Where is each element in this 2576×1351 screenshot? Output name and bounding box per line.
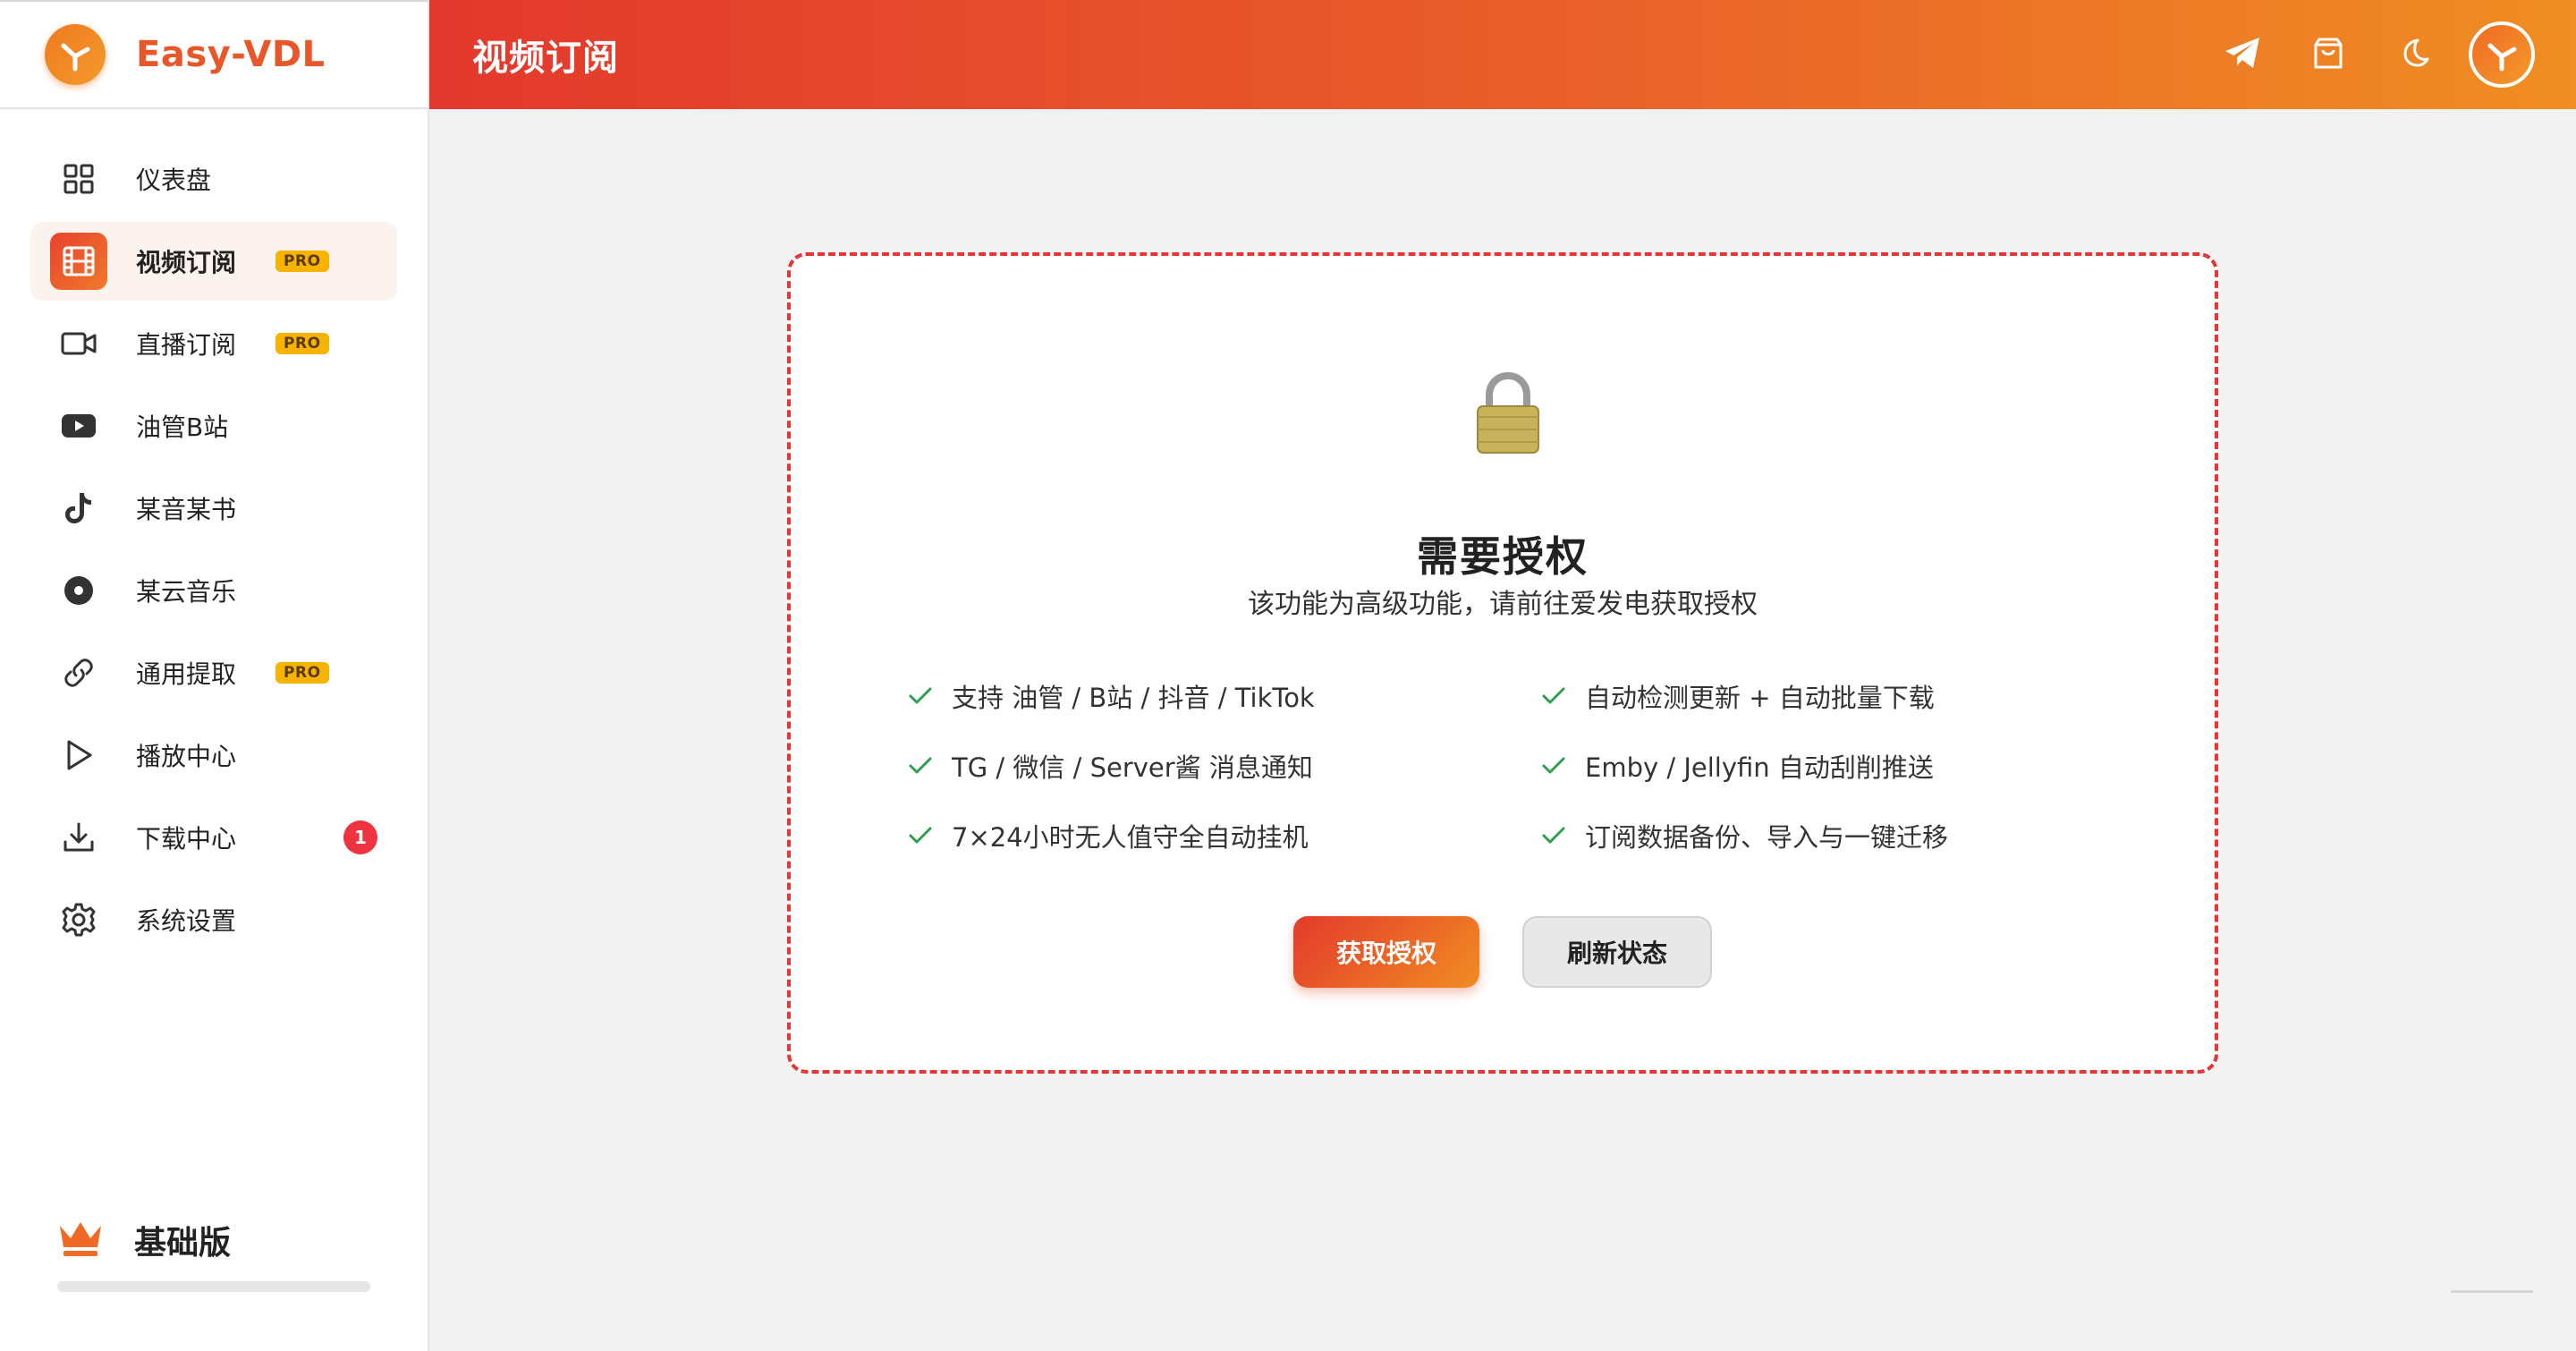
app-name: Easy-VDL bbox=[136, 34, 326, 75]
sidebar-item-label: 通用提取 bbox=[136, 659, 237, 689]
sidebar-item-label: 视频订阅 bbox=[136, 248, 237, 277]
sidebar-item-label: 播放中心 bbox=[136, 742, 237, 771]
get-license-button[interactable]: 获取授权 bbox=[1293, 916, 1479, 988]
brand[interactable]: Easy-VDL bbox=[0, 0, 428, 109]
gear-icon bbox=[59, 900, 98, 939]
check-icon bbox=[1540, 683, 1567, 709]
shop-button[interactable] bbox=[2297, 20, 2360, 89]
top-header: 视频订阅 bbox=[429, 0, 2576, 109]
youtube-icon bbox=[59, 406, 98, 446]
link-icon bbox=[59, 653, 98, 692]
sidebar-item-label: 油管B站 bbox=[136, 412, 229, 442]
feature-item: TG / 微信 / Server酱 消息通知 bbox=[907, 748, 1540, 784]
sidebar-item-play-center[interactable]: 播放中心 bbox=[30, 716, 397, 794]
divider bbox=[2451, 1290, 2533, 1293]
feature-text: TG / 微信 / Server酱 消息通知 bbox=[952, 752, 1313, 783]
feature-text: 7×24小时无人值守全自动挂机 bbox=[952, 822, 1309, 853]
plan-indicator: 基础版 bbox=[57, 1217, 231, 1263]
sidebar-item-label: 某音某书 bbox=[136, 495, 237, 524]
sidebar-item-download-center[interactable]: 下载中心 1 bbox=[30, 798, 397, 877]
tiktok-icon bbox=[59, 489, 98, 528]
plan-label: 基础版 bbox=[134, 1225, 232, 1262]
download-icon bbox=[59, 818, 98, 857]
sidebar-item-live-subscription[interactable]: 直播订阅 PRO bbox=[30, 304, 397, 383]
pro-badge: PRO bbox=[275, 251, 329, 272]
lock-icon bbox=[1474, 370, 1542, 456]
feature-item: 订阅数据备份、导入与一键迁移 bbox=[1540, 818, 2159, 854]
feature-item: 自动检测更新 + 自动批量下载 bbox=[1540, 678, 2159, 714]
video-camera-icon bbox=[59, 324, 98, 363]
theme-toggle-button[interactable] bbox=[2383, 20, 2445, 89]
sidebar-item-tiktok[interactable]: 某音某书 bbox=[30, 469, 397, 548]
check-icon bbox=[907, 822, 934, 849]
play-icon bbox=[59, 735, 98, 775]
sidebar-item-label: 系统设置 bbox=[136, 906, 237, 936]
dashboard-grid-icon bbox=[59, 159, 98, 199]
sidebar-item-label: 某云音乐 bbox=[136, 577, 237, 607]
app-logo-icon bbox=[45, 24, 106, 85]
pro-badge: PRO bbox=[275, 333, 329, 354]
moon-icon bbox=[2398, 37, 2430, 72]
sidebar-item-label: 直播订阅 bbox=[136, 330, 237, 360]
crown-icon bbox=[57, 1219, 104, 1262]
pro-badge: PRO bbox=[275, 662, 329, 684]
check-icon bbox=[1540, 752, 1567, 779]
sidebar-item-video-subscription[interactable]: 视频订阅 PRO bbox=[30, 222, 397, 301]
card-subtitle: 该功能为高级功能，请前往爱发电获取授权 bbox=[1248, 589, 1758, 620]
feature-text: 支持 油管 / B站 / 抖音 / TikTok bbox=[952, 683, 1315, 713]
sidebar-item-dashboard[interactable]: 仪表盘 bbox=[30, 140, 397, 218]
plan-usage-bar bbox=[57, 1281, 370, 1292]
check-icon bbox=[907, 683, 934, 709]
card-title: 需要授权 bbox=[1417, 532, 1589, 581]
telegram-icon bbox=[2224, 36, 2261, 73]
check-icon bbox=[1540, 822, 1567, 849]
avatar[interactable] bbox=[2469, 21, 2535, 88]
page-title: 视频订阅 bbox=[472, 38, 619, 79]
sidebar-item-universal-extract[interactable]: 通用提取 PRO bbox=[30, 633, 397, 712]
sidebar-item-label: 仪表盘 bbox=[136, 166, 212, 195]
film-icon bbox=[50, 233, 107, 290]
telegram-button[interactable] bbox=[2211, 20, 2274, 89]
sidebar: Easy-VDL 仪表盘 视频订阅 PRO 直播订阅 PRO 油管B站 某音某书… bbox=[0, 0, 429, 1351]
sidebar-item-label: 下载中心 bbox=[136, 824, 237, 854]
feature-text: Emby / Jellyfin 自动刮削推送 bbox=[1585, 752, 1934, 783]
download-count-badge: 1 bbox=[343, 820, 377, 854]
shopping-bag-icon bbox=[2312, 36, 2344, 73]
header-actions bbox=[2188, 20, 2535, 89]
feature-text: 订阅数据备份、导入与一键迁移 bbox=[1585, 822, 1949, 853]
feature-item: 支持 油管 / B站 / 抖音 / TikTok bbox=[907, 678, 1540, 714]
refresh-status-button[interactable]: 刷新状态 bbox=[1522, 916, 1712, 988]
check-icon bbox=[907, 752, 934, 779]
feature-text: 自动检测更新 + 自动批量下载 bbox=[1585, 683, 1935, 713]
music-disc-icon bbox=[59, 571, 98, 610]
sidebar-item-youtube-bilibili[interactable]: 油管B站 bbox=[30, 387, 397, 465]
sidebar-nav: 仪表盘 视频订阅 PRO 直播订阅 PRO 油管B站 某音某书 某云音乐 通用提… bbox=[0, 109, 428, 959]
sidebar-item-settings[interactable]: 系统设置 bbox=[30, 880, 397, 959]
feature-list: 支持 油管 / B站 / 抖音 / TikTok 自动检测更新 + 自动批量下载… bbox=[907, 678, 2159, 854]
feature-item: Emby / Jellyfin 自动刮削推送 bbox=[1540, 748, 2159, 784]
sidebar-item-cloud-music[interactable]: 某云音乐 bbox=[30, 551, 397, 630]
license-required-card: 需要授权 该功能为高级功能，请前往爱发电获取授权 支持 油管 / B站 / 抖音… bbox=[787, 252, 2218, 1074]
feature-item: 7×24小时无人值守全自动挂机 bbox=[907, 818, 1540, 854]
